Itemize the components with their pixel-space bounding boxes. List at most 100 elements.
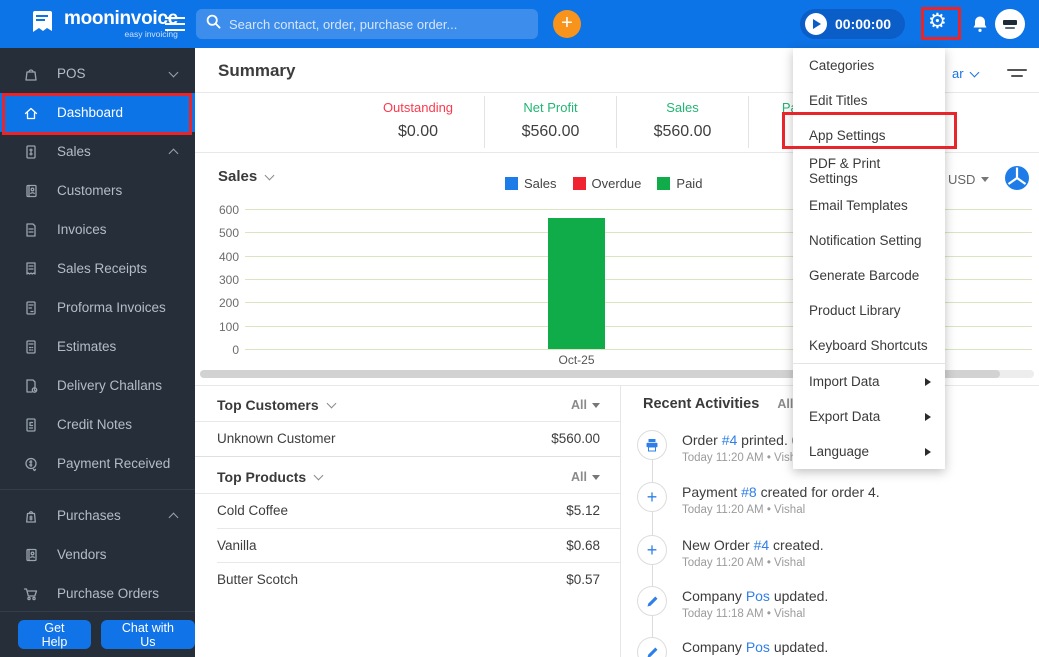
product-row[interactable]: Cold Coffee $5.12 [217,503,600,518]
search-input[interactable] [229,16,528,32]
brand[interactable]: mooninvoice easy invoicing [30,7,178,40]
activity-link[interactable]: #4 [754,537,770,553]
add-new-button[interactable]: + [553,10,581,38]
sidebar-item-sales[interactable]: Sales [0,132,195,171]
sidebar-item-invoices[interactable]: Invoices [0,210,195,249]
customers-icon [22,183,40,199]
currency-selector[interactable]: USD [948,172,990,187]
stat-value: $0.00 [397,123,439,140]
sidebar-item-label: Estimates [57,339,117,354]
gear-icon[interactable]: ⚙ [928,11,947,32]
stat-label: Sales [666,100,699,115]
sidebar-item-estimates[interactable]: Estimates [0,327,195,366]
sidebar-item-purchases[interactable]: Purchases [0,496,195,535]
sidebar-item-label: Invoices [57,222,107,237]
legend-label: Sales [524,176,557,191]
sidebar-item-label: POS [57,66,86,81]
menu-item-product-library[interactable]: Product Library [793,293,945,328]
section-title: Top Customers [217,397,319,413]
menu-item-categories[interactable]: Categories [793,48,945,83]
sidebar-item-dashboard[interactable]: Dashboard [0,93,195,132]
menu-item-email-templates[interactable]: Email Templates [793,188,945,223]
menu-item-notification-setting[interactable]: Notification Setting [793,223,945,258]
product-row[interactable]: Vanilla $0.68 [217,538,600,553]
activity-item[interactable]: Company Pos updated. Today 11:18 AM • Vi… [637,586,828,620]
y-tick-label: 400 [218,249,239,264]
menu-item-edit-titles[interactable]: Edit Titles [793,83,945,118]
chevron-up-icon [168,512,179,523]
brand-name: mooninvoice [64,7,178,29]
chat-with-us-button[interactable]: Chat with Us [100,620,195,649]
sidebar-item-sales-receipts[interactable]: Sales Receipts [0,249,195,288]
hamburger-menu-icon[interactable] [165,17,185,31]
stat-outstanding: Outstanding $0.00 [352,96,484,148]
menu-item-generate-barcode[interactable]: Generate Barcode [793,258,945,293]
chevron-down-icon[interactable] [313,470,324,481]
menu-item-import-data[interactable]: Import Data [793,364,945,399]
stat-value: $560.00 [653,123,712,140]
app-window: mooninvoice easy invoicing + 00:00:00 ⚙ [0,0,1039,657]
sales-doc-icon [22,144,40,160]
menu-item-label: Categories [809,58,875,73]
filter-icon[interactable] [1006,66,1028,85]
top-products-filter[interactable]: All [571,470,600,484]
sidebar-item-purchase-orders[interactable]: Purchase Orders [0,574,195,613]
purchases-icon [22,508,40,524]
delivery-challan-icon [22,378,40,394]
menu-item-keyboard-shortcuts[interactable]: Keyboard Shortcuts [793,328,945,363]
sidebar-item-payment-received[interactable]: Payment Received [0,444,195,483]
menu-item-label: App Settings [809,128,886,143]
chevron-down-icon [969,67,980,77]
activity-item[interactable]: Order #4 printed. Today 11:20 AM • Visha… [637,430,805,464]
menu-item-export-data[interactable]: Export Data [793,399,945,434]
sidebar-item-label: Purchases [57,508,121,523]
activity-item[interactable]: Company Pos updated. [637,637,828,657]
activity-link[interactable]: Pos [746,588,770,604]
sidebar-item-label: Credit Notes [57,417,133,432]
activity-item[interactable]: Payment #8 created for order 4. Today 11… [637,482,880,516]
pie-chart-icon[interactable] [1004,165,1030,196]
sidebar-item-customers[interactable]: Customers [0,171,195,210]
product-row[interactable]: Butter Scotch $0.57 [217,572,600,587]
sidebar-item-pos[interactable]: POS [0,54,195,93]
menu-item-language[interactable]: Language [793,434,945,469]
x-tick-label: Oct-25 [558,353,595,367]
play-icon[interactable] [805,13,827,35]
search-bar[interactable] [196,9,538,39]
paid-bar[interactable] [548,218,605,349]
period-selector[interactable]: ar [952,66,980,81]
y-tick-label: 600 [218,203,239,217]
top-customers-filter[interactable]: All [571,398,600,412]
filter-label: All [777,397,794,411]
chevron-down-icon [592,474,600,480]
chevron-down-icon [168,67,179,77]
sidebar-item-delivery-challans[interactable]: Delivery Challans [0,366,195,405]
product-name: Cold Coffee [217,503,289,518]
legend-swatch-sales [505,177,518,190]
chevron-up-icon [168,148,179,159]
menu-item-app-settings[interactable]: App Settings [793,118,945,153]
recent-activities-header: Recent Activities All [643,396,807,412]
chevron-down-icon[interactable] [326,398,337,409]
sidebar-item-vendors[interactable]: Vendors [0,535,195,574]
activity-link[interactable]: #4 [722,432,738,448]
activity-meta: Today 11:20 AM • Vishal [682,557,806,569]
sidebar-item-credit-notes[interactable]: Credit Notes [0,405,195,444]
time-tracker[interactable]: 00:00:00 [800,9,906,39]
get-help-button[interactable]: Get Help [18,620,91,649]
brand-logo-icon [30,7,56,40]
stat-net-profit: Net Profit $560.00 [484,96,616,148]
credit-note-icon [22,417,40,433]
sidebar-item-proforma-invoices[interactable]: Proforma Invoices [0,288,195,327]
summary-stats: Outstanding $0.00 Net Profit $560.00 Sal… [352,96,848,148]
activity-item[interactable]: New Order #4 created. Today 11:20 AM • V… [637,535,824,569]
activity-link[interactable]: Pos [746,639,770,655]
chart-title-dropdown[interactable]: Sales [218,168,275,185]
customer-row[interactable]: Unknown Customer $560.00 [217,431,600,446]
bell-icon[interactable] [970,13,990,40]
submenu-arrow-icon [925,447,931,456]
menu-item-pdf-print-settings[interactable]: PDF & Print Settings [793,153,945,188]
activity-link[interactable]: #8 [741,484,757,500]
section-title: Recent Activities [643,396,760,412]
user-avatar[interactable] [995,9,1025,39]
